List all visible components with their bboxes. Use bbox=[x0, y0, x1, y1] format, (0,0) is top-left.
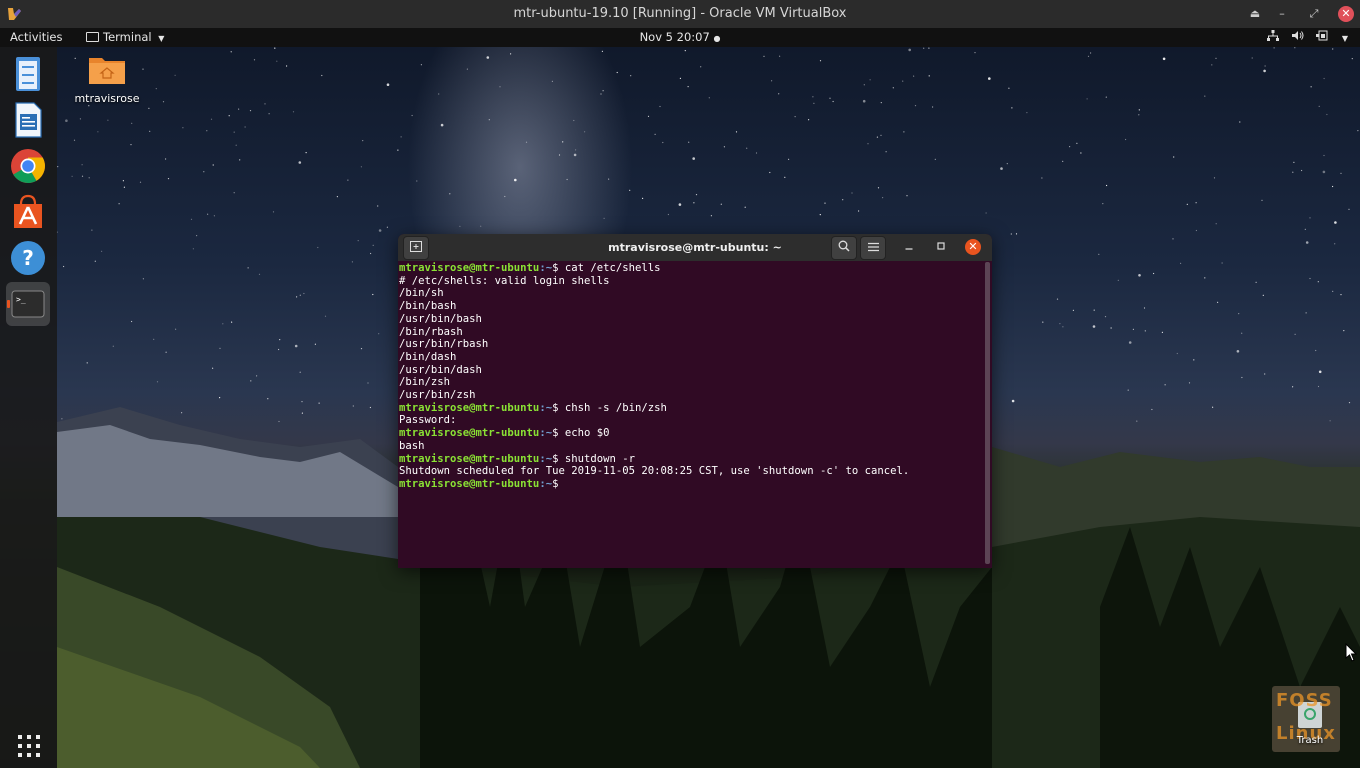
volume-icon bbox=[1291, 31, 1308, 44]
terminal-output-line: /bin/sh bbox=[399, 287, 444, 300]
prompt-user-host: mtravisrose@mtr-ubuntu bbox=[399, 477, 540, 490]
minimize-window-button[interactable] bbox=[897, 236, 921, 258]
dock-ubuntu-software[interactable] bbox=[6, 190, 50, 234]
close-window-button[interactable]: ✕ bbox=[965, 239, 981, 255]
virtualbox-titlebar: mtr-ubuntu-19.10 [Running] - Oracle VM V… bbox=[0, 0, 1360, 28]
eject-icon[interactable]: ⏏ bbox=[1245, 4, 1265, 24]
terminal-scrollbar[interactable] bbox=[985, 262, 990, 564]
ubuntu-dock: ? >_ bbox=[0, 47, 57, 768]
terminal-output-line: Password: bbox=[399, 414, 457, 427]
minimize-icon bbox=[905, 248, 913, 250]
command-text: $ cat /etc/shells bbox=[552, 262, 661, 274]
terminal-glyph: >_ bbox=[16, 295, 26, 304]
prompt-path: :~ bbox=[539, 427, 553, 440]
network-icon bbox=[1267, 30, 1283, 44]
terminal-headerbar[interactable]: mtravisrose@mtr-ubuntu: ~ ✕ bbox=[398, 234, 992, 261]
command-text: $ chsh -s /bin/zsh bbox=[552, 401, 667, 414]
maximize-icon bbox=[937, 242, 945, 250]
prompt-path: :~ bbox=[539, 452, 553, 465]
terminal-output-line: Shutdown scheduled for Tue 2019-11-05 20… bbox=[399, 465, 910, 478]
prompt-user-host: mtravisrose@mtr-ubuntu bbox=[399, 427, 540, 440]
search-icon bbox=[838, 240, 850, 252]
terminal-output-line: /usr/bin/zsh bbox=[399, 389, 476, 402]
terminal-output-line: /bin/bash bbox=[399, 300, 457, 313]
help-glyph: ? bbox=[22, 246, 34, 270]
prompt-path: :~ bbox=[539, 262, 553, 274]
help-icon: ? bbox=[11, 241, 45, 275]
maximize-window-button[interactable] bbox=[929, 236, 953, 258]
terminal-command-line: mtravisrose@mtr-ubuntu:~$ chsh -s /bin/z… bbox=[399, 402, 987, 415]
command-text: $ shutdown -r bbox=[552, 452, 636, 465]
terminal-output-line: /usr/bin/rbash bbox=[399, 338, 489, 351]
terminal-output-line: /bin/zsh bbox=[399, 376, 451, 389]
show-applications-button[interactable] bbox=[16, 733, 42, 759]
libreoffice-writer-icon bbox=[15, 102, 42, 138]
dock-terminal[interactable]: >_ bbox=[6, 282, 50, 326]
search-button[interactable] bbox=[831, 236, 857, 260]
prompt-path: :~ bbox=[539, 401, 553, 414]
trash-label: Trash bbox=[1296, 735, 1324, 746]
system-tray[interactable]: ▼ bbox=[1258, 28, 1348, 48]
terminal-output-line: # /etc/shells: valid login shells bbox=[399, 274, 610, 287]
window-title: mtr-ubuntu-19.10 [Running] - Oracle VM V… bbox=[513, 6, 847, 21]
minimize-button[interactable]: – bbox=[1272, 4, 1292, 24]
desktop-home-folder[interactable]: mtravisrose bbox=[72, 54, 142, 105]
terminal-icon: >_ bbox=[11, 290, 45, 318]
dock-files[interactable] bbox=[6, 52, 50, 96]
prompt-path: :~ bbox=[539, 477, 553, 490]
running-indicator bbox=[7, 300, 10, 308]
terminal-output-line: /bin/dash bbox=[399, 350, 457, 363]
prompt-user-host: mtravisrose@mtr-ubuntu bbox=[399, 452, 540, 465]
terminal-output-line: /bin/rbash bbox=[399, 325, 463, 338]
close-icon: ✕ bbox=[968, 240, 978, 253]
clock[interactable]: Nov 5 20:07 ● bbox=[0, 28, 1360, 48]
terminal-output-line: /usr/bin/dash bbox=[399, 363, 482, 376]
terminal-output-line: /usr/bin/bash bbox=[399, 312, 482, 325]
terminal-command-line: mtravisrose@mtr-ubuntu:~$ cat /etc/shell… bbox=[399, 262, 987, 275]
restore-button[interactable]: ⤢ bbox=[1304, 4, 1324, 24]
app-grid-icon bbox=[18, 735, 40, 757]
chrome-icon bbox=[11, 149, 45, 183]
clock-label: Nov 5 20:07 bbox=[639, 30, 710, 44]
files-icon bbox=[16, 57, 40, 91]
prompt-user-host: mtravisrose@mtr-ubuntu bbox=[399, 262, 540, 274]
terminal-window[interactable]: mtravisrose@mtr-ubuntu: ~ ✕ mtravisrose@… bbox=[398, 234, 992, 568]
command-text: $ bbox=[552, 477, 565, 490]
ubuntu-software-icon bbox=[14, 194, 42, 228]
gnome-top-bar: Activities Terminal ▼ Nov 5 20:07 ● ▼ bbox=[0, 28, 1360, 47]
hamburger-menu-icon bbox=[867, 242, 879, 252]
close-button[interactable]: ✕ bbox=[1338, 6, 1354, 22]
dock-libreoffice-writer[interactable] bbox=[6, 98, 50, 142]
dock-help[interactable]: ? bbox=[6, 236, 50, 280]
terminal-command-line: mtravisrose@mtr-ubuntu:~$ echo $0 bbox=[399, 427, 987, 440]
home-folder-label: mtravisrose bbox=[74, 92, 140, 105]
terminal-command-line: mtravisrose@mtr-ubuntu:~$ bbox=[399, 478, 987, 491]
prompt-user-host: mtravisrose@mtr-ubuntu bbox=[399, 401, 540, 414]
dock-chrome[interactable] bbox=[6, 144, 50, 188]
terminal-output[interactable]: mtravisrose@mtr-ubuntu:~$ cat /etc/shell… bbox=[398, 261, 987, 568]
terminal-command-line: mtravisrose@mtr-ubuntu:~$ shutdown -r bbox=[399, 453, 987, 466]
system-menu-arrow-icon: ▼ bbox=[1341, 34, 1348, 43]
terminal-output-line: bash bbox=[399, 439, 425, 452]
notification-dot-icon: ● bbox=[713, 34, 721, 43]
menu-button[interactable] bbox=[860, 236, 886, 260]
mouse-cursor-icon bbox=[1345, 643, 1357, 662]
watermark-line-1: FOSS bbox=[1276, 690, 1333, 711]
home-folder-icon bbox=[89, 58, 125, 84]
command-text: $ echo $0 bbox=[552, 427, 610, 440]
battery-icon bbox=[1316, 30, 1333, 44]
